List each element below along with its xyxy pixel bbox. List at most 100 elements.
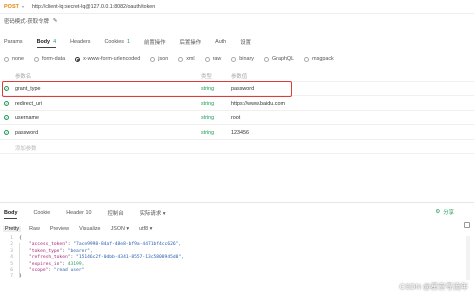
tab-label: Params	[4, 39, 23, 45]
format-option-0[interactable]: Pretty	[3, 226, 22, 232]
param-value[interactable]: root	[231, 115, 240, 121]
format-option-2[interactable]: Preview	[48, 226, 71, 232]
share-label[interactable]: 分享	[443, 208, 454, 216]
format-option-3[interactable]: Visualize	[77, 226, 102, 232]
table-row[interactable]: ✓ username string root	[0, 111, 474, 125]
enabled-check-icon[interactable]: ✓	[4, 115, 9, 120]
tab-label: 设置	[240, 40, 251, 46]
radio-dot[interactable]	[304, 56, 310, 62]
radio-dot[interactable]	[34, 56, 39, 62]
enabled-check-icon[interactable]: ✓	[4, 129, 9, 135]
radio-json[interactable]: json	[150, 56, 168, 62]
tab-3[interactable]: Cookies 1	[104, 39, 129, 45]
radio-xml[interactable]: xml	[178, 56, 195, 62]
gear-icon[interactable]: ⚙	[435, 209, 440, 215]
tab-0[interactable]: Params	[4, 39, 23, 45]
line-number: 4	[10, 255, 13, 261]
chevron-down-icon[interactable]: ▾	[22, 4, 24, 9]
radio-label: none	[12, 56, 24, 62]
radio-none[interactable]: none	[4, 56, 24, 62]
format-option-4[interactable]: JSON ▾	[109, 226, 132, 232]
json-value: "7ace9998-84af-48e8-bf9a-4471bf4cc626",	[73, 242, 182, 248]
tab-2[interactable]: Headers	[70, 39, 90, 45]
tab-1[interactable]: Body 4	[36, 39, 57, 48]
response-tab-1[interactable]: Cookie	[33, 210, 50, 216]
tab-5[interactable]: 后置操作	[180, 38, 202, 46]
tab-label: Auth	[215, 39, 227, 45]
radio-dot[interactable]	[150, 56, 156, 62]
radio-raw[interactable]: raw	[204, 56, 221, 62]
watermark: CSDN @星空寻流年	[399, 282, 468, 291]
radio-dot[interactable]	[178, 56, 184, 62]
table-header: 参数名 类型 参数值	[0, 68, 474, 82]
response-tab-4[interactable]: 实际请求 ▾	[140, 209, 166, 217]
table-row[interactable]: ✓ redirect_uri string https://www.baidu.com	[0, 97, 474, 111]
radio-dot[interactable]	[231, 56, 237, 62]
json-key: "refresh_token"	[29, 255, 71, 261]
param-type[interactable]: string	[201, 101, 214, 107]
radio-dot[interactable]	[75, 56, 81, 62]
radio-msgpack[interactable]: msgpack	[304, 56, 334, 62]
radio-binary[interactable]: binary	[231, 56, 254, 62]
method-select[interactable]: POST	[4, 4, 19, 10]
json-key: "access_token"	[29, 242, 68, 248]
radio-form-data[interactable]: form-data	[34, 56, 65, 62]
radio-label: xml	[186, 56, 195, 62]
request-title-row: 密码模式-获取令牌 ✎	[4, 16, 57, 26]
radio-label: binary	[239, 56, 254, 62]
radio-label: GraphQL	[271, 56, 295, 62]
format-option-5[interactable]: utf8 ▾	[137, 226, 154, 232]
enabled-check-icon[interactable]: ✓	[4, 100, 9, 106]
radio-graphql[interactable]: GraphQL	[263, 56, 295, 62]
edit-icon[interactable]: ✎	[53, 18, 58, 24]
radio-label: msgpack	[312, 56, 334, 62]
tab-label: Headers	[70, 39, 91, 45]
table-row[interactable]: ✓ password string 123456	[0, 126, 474, 140]
url-input[interactable]: http://client-lq:secret-lq@127.0.0.1:808…	[32, 4, 155, 10]
line-number: 5	[10, 261, 13, 267]
line-number: 1	[10, 236, 13, 241]
json-brace: }	[19, 274, 22, 280]
param-value[interactable]: 123456	[231, 130, 249, 136]
radio-dot[interactable]	[4, 56, 9, 62]
tab-count: 1	[126, 39, 130, 45]
response-tab-2[interactable]: Header 10	[66, 210, 91, 216]
response-tab-0[interactable]: Body	[4, 210, 18, 219]
indent-guide	[19, 243, 20, 277]
json-value: 43199,	[67, 261, 85, 267]
tab-label: Body	[36, 39, 51, 45]
code-line: "refresh_token": "15146c2f-0dbb-4341-855…	[29, 255, 184, 260]
param-name[interactable]: redirect_uri	[15, 101, 42, 107]
param-type[interactable]: string	[201, 130, 214, 136]
param-value[interactable]: https://www.baidu.com	[231, 101, 285, 107]
scrollbar[interactable]	[466, 236, 470, 280]
format-option-1[interactable]: Raw	[27, 226, 42, 232]
request-title[interactable]: 密码模式-获取令牌	[4, 17, 49, 25]
tab-4[interactable]: 前置操作	[144, 38, 166, 46]
add-param-placeholder[interactable]: 添加参数	[15, 144, 37, 152]
radio-label: form-data	[42, 56, 66, 62]
radio-x-www-form-urlencoded[interactable]: x-www-form-urlencoded	[75, 56, 140, 62]
json-key: "expires_in"	[29, 261, 63, 267]
response-tab-3[interactable]: 控制台	[107, 209, 123, 217]
param-type[interactable]: string	[201, 115, 214, 121]
line-number: 6	[10, 268, 13, 273]
radio-dot[interactable]	[263, 56, 269, 62]
tab-count: 4	[53, 39, 57, 45]
tab-7[interactable]: 设置	[240, 38, 251, 46]
param-name[interactable]: password	[15, 130, 38, 136]
tab-label: Cookies	[104, 39, 124, 45]
tab-6[interactable]: Auth	[215, 39, 226, 45]
url-bar[interactable]: POST ▾ http://client-lq:secret-lq@127.0.…	[0, 0, 474, 14]
radio-label: json	[158, 56, 169, 62]
copy-icon[interactable]	[464, 222, 470, 228]
tab-label: 前置操作	[143, 40, 166, 46]
share-control[interactable]: ⚙ 分享	[435, 208, 454, 216]
json-brace: {	[19, 236, 22, 241]
radio-dot[interactable]	[204, 56, 210, 62]
param-name[interactable]: username	[15, 115, 39, 121]
add-param-row[interactable]: 添加参数	[0, 140, 474, 154]
body-type-options: none form-data x-www-form-urlencoded json xm…	[0, 54, 474, 64]
json-key: "token_type"	[29, 248, 63, 254]
tab-label: 后置操作	[179, 40, 202, 46]
